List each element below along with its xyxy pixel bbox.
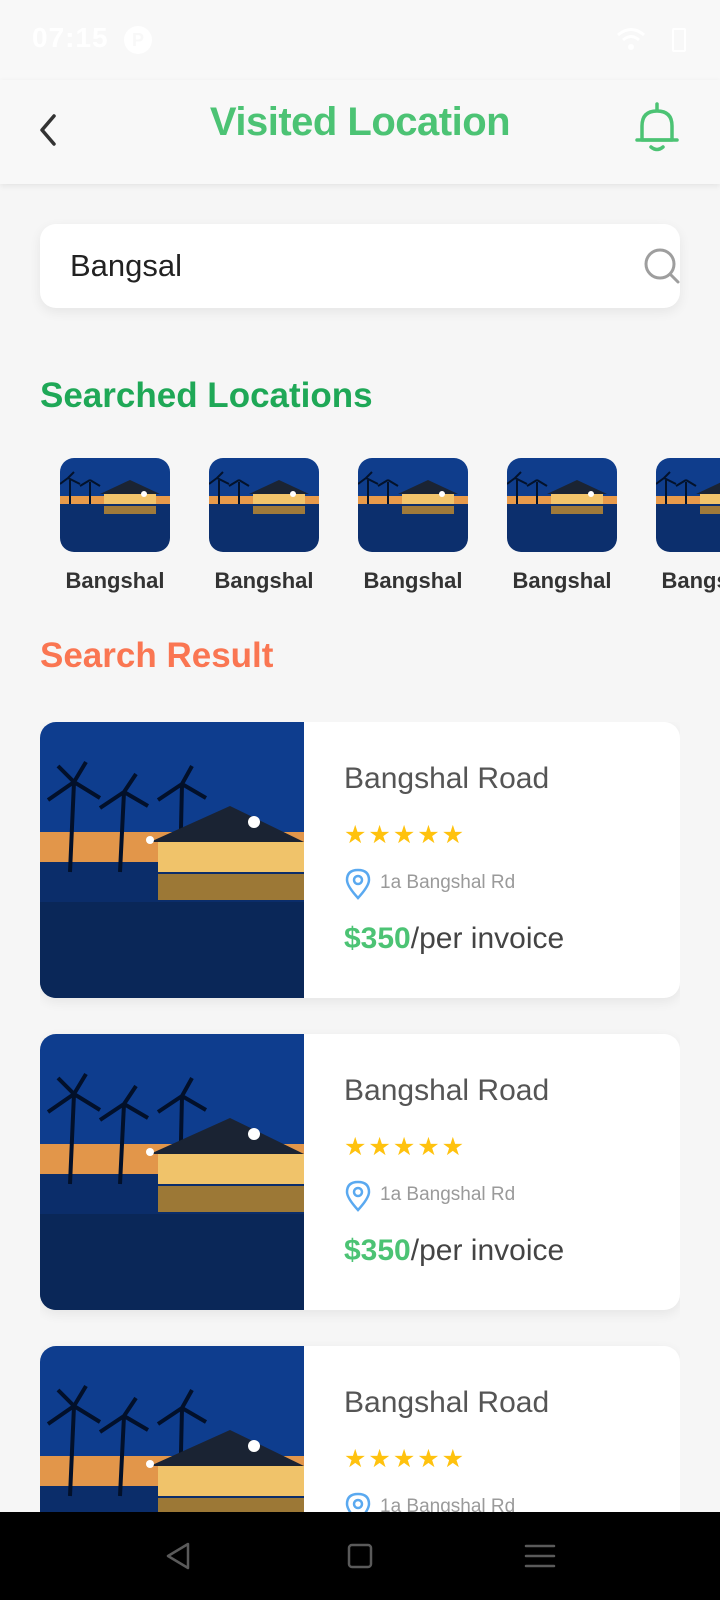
result-price: $350/per invoice xyxy=(344,922,564,956)
price-unit: /per invoice xyxy=(410,1234,565,1267)
status-notification-badge: P xyxy=(124,26,152,54)
result-title: Bangshal Road xyxy=(344,1074,550,1107)
price-amount: $350 xyxy=(344,922,411,955)
location-pin-icon xyxy=(345,868,371,900)
page-title: Visited Location xyxy=(209,100,511,144)
result-card[interactable]: Bangshal Road ★★★★★ 1a Bangshal Rd $350/… xyxy=(40,1034,680,1310)
searched-locations-list: Bangshal Bangshal Bangshal Bangshal Bang xyxy=(0,456,720,596)
price-unit: /per invoice xyxy=(410,922,565,955)
location-pin-icon xyxy=(345,1180,371,1212)
location-thumbnail xyxy=(209,458,319,552)
location-thumbnail xyxy=(656,458,720,552)
location-label: Bangshal xyxy=(65,568,165,593)
location-thumbnail xyxy=(358,458,468,552)
location-label: Bangshal xyxy=(214,568,314,593)
result-card[interactable]: Bangshal Road ★★★★★ 1a Bangshal Rd $350/… xyxy=(40,722,680,998)
search-bar xyxy=(40,224,680,308)
app-header: Visited Location xyxy=(0,80,720,184)
location-thumbnail xyxy=(507,458,617,552)
search-result-title: Search Result xyxy=(40,636,274,675)
search-input[interactable] xyxy=(70,244,590,288)
result-address: 1a Bangshal Rd xyxy=(380,1184,516,1205)
battery-icon xyxy=(672,28,686,52)
price-amount: $350 xyxy=(344,1234,411,1267)
result-image xyxy=(40,722,304,998)
status-time: 07:15 xyxy=(32,22,109,53)
location-pin-icon xyxy=(345,1492,371,1512)
searched-locations-title: Searched Locations xyxy=(40,376,373,415)
result-title: Bangshal Road xyxy=(344,762,550,795)
result-card[interactable]: Bangshal Road ★★★★★ 1a Bangshal Rd xyxy=(40,1346,680,1512)
bell-icon[interactable] xyxy=(626,96,688,158)
location-label: Bangshal xyxy=(512,568,612,593)
system-nav-bar xyxy=(0,1512,720,1600)
star-rating: ★★★★★ xyxy=(344,1133,467,1161)
search-icon[interactable] xyxy=(642,246,682,286)
home-square-icon[interactable] xyxy=(340,1538,380,1574)
back-triangle-icon[interactable] xyxy=(158,1538,198,1574)
wifi-icon xyxy=(617,28,645,50)
location-label: Bangshal xyxy=(661,568,720,593)
star-rating: ★★★★★ xyxy=(344,821,467,849)
result-title: Bangshal Road xyxy=(344,1386,550,1419)
star-rating: ★★★★★ xyxy=(344,1445,467,1473)
menu-lines-icon[interactable] xyxy=(520,1538,560,1574)
search-result-list: Bangshal Road ★★★★★ 1a Bangshal Rd $350/… xyxy=(40,722,680,1512)
location-thumbnail xyxy=(60,458,170,552)
result-image xyxy=(40,1034,304,1310)
result-address: 1a Bangshal Rd xyxy=(380,1496,516,1512)
result-price: $350/per invoice xyxy=(344,1234,564,1268)
location-label: Bangshal xyxy=(363,568,463,593)
status-bar: 07:15 P xyxy=(0,0,720,80)
result-image xyxy=(40,1346,304,1512)
result-address: 1a Bangshal Rd xyxy=(380,872,516,893)
